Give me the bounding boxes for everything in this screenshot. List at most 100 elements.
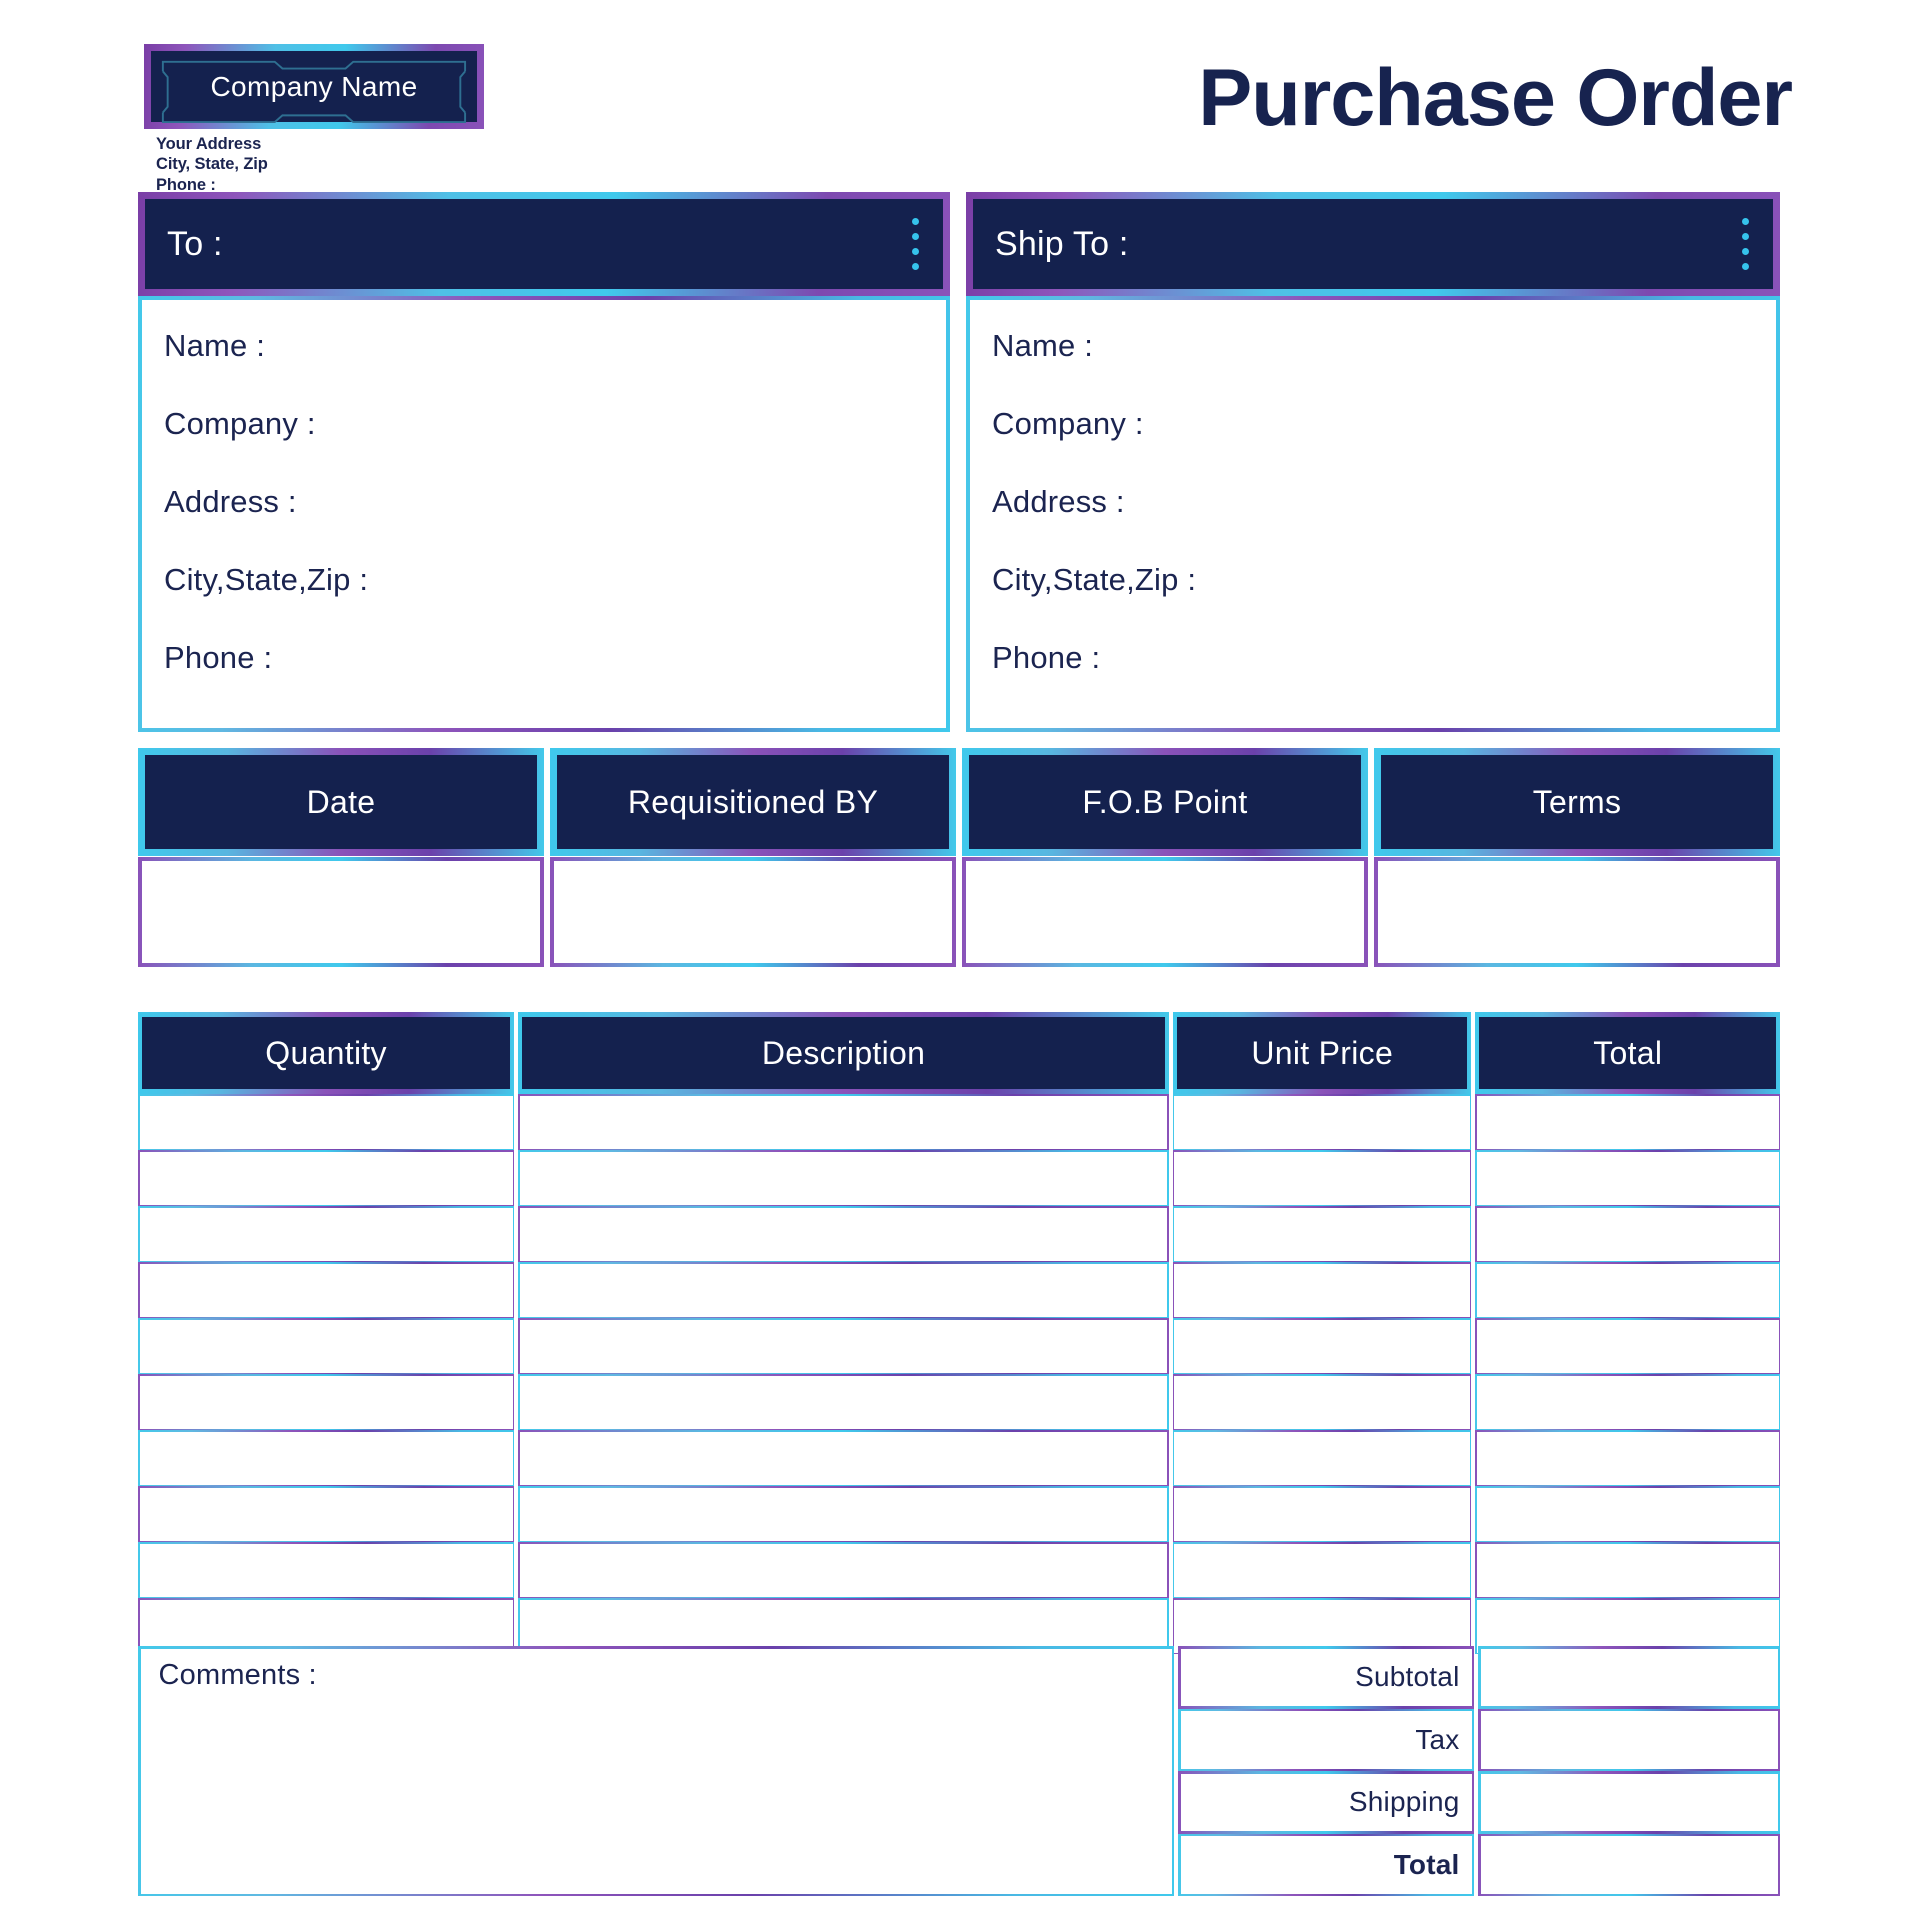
cell-quantity [138, 1486, 515, 1542]
cell-unit-price-input[interactable] [1174, 1319, 1470, 1373]
cell-total-input[interactable] [1476, 1095, 1779, 1149]
cell-description-input[interactable] [519, 1263, 1168, 1317]
line-items-header-row: Quantity Description Unit Price Total [138, 1012, 1780, 1094]
totals-value-input-total[interactable] [1480, 1836, 1778, 1894]
ship-to-address-label: Address : [992, 484, 1125, 519]
bill-to-header-label: To : [167, 224, 223, 263]
cell-total-input[interactable] [1476, 1375, 1779, 1429]
meta-terms-label: Terms [1532, 783, 1622, 820]
column-header-unit-price: Unit Price [1251, 1034, 1394, 1071]
meta-requisitioned-by-input[interactable] [554, 861, 952, 963]
four-dots-icon[interactable] [1742, 218, 1749, 270]
ship-to-fields[interactable]: Name : Company : Address : City,State,Zi… [970, 300, 1776, 728]
cell-quantity-input[interactable] [139, 1319, 513, 1373]
cell-total-input[interactable] [1476, 1319, 1779, 1373]
cell-unit-price-input[interactable] [1174, 1095, 1470, 1149]
cell-total-input[interactable] [1476, 1151, 1779, 1205]
cell-quantity-input[interactable] [139, 1543, 513, 1597]
cell-quantity-input[interactable] [139, 1207, 513, 1261]
totals-row: Subtotal [1178, 1646, 1780, 1709]
cell-quantity [138, 1206, 515, 1262]
party-section: To : Name : Company : Address : City,Sta… [138, 192, 1780, 732]
cell-unit-price [1172, 1150, 1472, 1206]
cell-unit-price-input[interactable] [1174, 1487, 1470, 1541]
ship-to-company-label: Company : [992, 406, 1144, 441]
table-row [138, 1542, 1780, 1598]
bill-to-fields[interactable]: Name : Company : Address : City,State,Zi… [142, 300, 946, 728]
totals-value-input-shipping[interactable] [1480, 1773, 1778, 1831]
cell-unit-price-input[interactable] [1174, 1543, 1470, 1597]
cell-quantity-input[interactable] [139, 1095, 513, 1149]
column-header-description: Description [761, 1034, 926, 1071]
cell-total-input[interactable] [1476, 1207, 1779, 1261]
meta-date-header-inner: Date [145, 755, 537, 849]
bill-to-company-label: Company : [164, 406, 316, 441]
meta-terms-input[interactable] [1378, 861, 1776, 963]
cell-quantity [138, 1150, 515, 1206]
header-cell-quantity: Quantity [138, 1012, 515, 1094]
header-cell-unit-price-inner: Unit Price [1176, 1017, 1468, 1089]
table-row [138, 1318, 1780, 1374]
comments-input[interactable]: Comments : [140, 1648, 1172, 1894]
ship-to-citystatezip-label: City,State,Zip : [992, 562, 1197, 597]
cell-unit-price-input[interactable] [1174, 1151, 1470, 1205]
cell-total-input[interactable] [1476, 1543, 1779, 1597]
header-cell-description-inner: Description [522, 1017, 1165, 1089]
four-dots-icon[interactable] [912, 218, 919, 270]
dot [912, 248, 919, 255]
cell-total-input[interactable] [1476, 1431, 1779, 1485]
meta-terms-header-inner: Terms [1381, 755, 1773, 849]
meta-terms-header: Terms [1374, 748, 1780, 856]
cell-unit-price-input[interactable] [1174, 1599, 1470, 1653]
company-address-line1: Your Address [156, 135, 262, 153]
bill-to-panel: To : Name : Company : Address : City,Sta… [138, 192, 950, 732]
cell-total [1475, 1542, 1780, 1598]
cell-quantity-input[interactable] [139, 1431, 513, 1485]
cell-description [518, 1150, 1169, 1206]
cell-unit-price [1172, 1262, 1472, 1318]
cell-description-input[interactable] [519, 1543, 1168, 1597]
header-cell-total: Total [1475, 1012, 1780, 1094]
totals-value-input-subtotal[interactable] [1480, 1648, 1778, 1706]
cell-quantity-input[interactable] [139, 1375, 513, 1429]
cell-quantity-input[interactable] [139, 1599, 513, 1653]
meta-date-label: Date [306, 783, 376, 820]
cell-quantity-input[interactable] [139, 1263, 513, 1317]
cell-quantity-input[interactable] [139, 1151, 513, 1205]
totals-value-input-tax[interactable] [1480, 1711, 1778, 1769]
dot [1742, 248, 1749, 255]
company-logo-box: Company Name [144, 44, 484, 129]
cell-total-input[interactable] [1476, 1263, 1779, 1317]
cell-unit-price-input[interactable] [1174, 1207, 1470, 1261]
cell-description-input[interactable] [519, 1207, 1168, 1261]
cell-unit-price-input[interactable] [1174, 1431, 1470, 1485]
cell-total [1475, 1262, 1780, 1318]
cell-quantity [138, 1262, 515, 1318]
cell-description-input[interactable] [519, 1375, 1168, 1429]
cell-unit-price [1172, 1206, 1472, 1262]
cell-total [1475, 1374, 1780, 1430]
cell-unit-price-input[interactable] [1174, 1263, 1470, 1317]
ship-to-phone-label: Phone : [992, 640, 1101, 675]
meta-fob-point-input[interactable] [966, 861, 1364, 963]
purchase-order-page: Company Name Your Address City, State, Z… [0, 0, 1920, 1920]
cell-total-input[interactable] [1476, 1599, 1779, 1653]
cell-description-input[interactable] [519, 1319, 1168, 1373]
company-address-line2: City, State, Zip [156, 155, 268, 174]
cell-description-input[interactable] [519, 1095, 1168, 1149]
cell-unit-price-input[interactable] [1174, 1375, 1470, 1429]
cell-unit-price [1172, 1374, 1472, 1430]
ship-to-header-bar: Ship To : [966, 192, 1780, 296]
cell-description-input[interactable] [519, 1151, 1168, 1205]
cell-unit-price [1172, 1542, 1472, 1598]
cell-description-input[interactable] [519, 1487, 1168, 1541]
cell-total-input[interactable] [1476, 1487, 1779, 1541]
cell-quantity [138, 1374, 515, 1430]
cell-total [1475, 1318, 1780, 1374]
cell-description-input[interactable] [519, 1599, 1168, 1653]
cell-quantity [138, 1094, 515, 1150]
meta-fob-point-field-box [962, 857, 1368, 967]
cell-quantity-input[interactable] [139, 1487, 513, 1541]
cell-description-input[interactable] [519, 1431, 1168, 1485]
meta-date-input[interactable] [142, 861, 540, 963]
